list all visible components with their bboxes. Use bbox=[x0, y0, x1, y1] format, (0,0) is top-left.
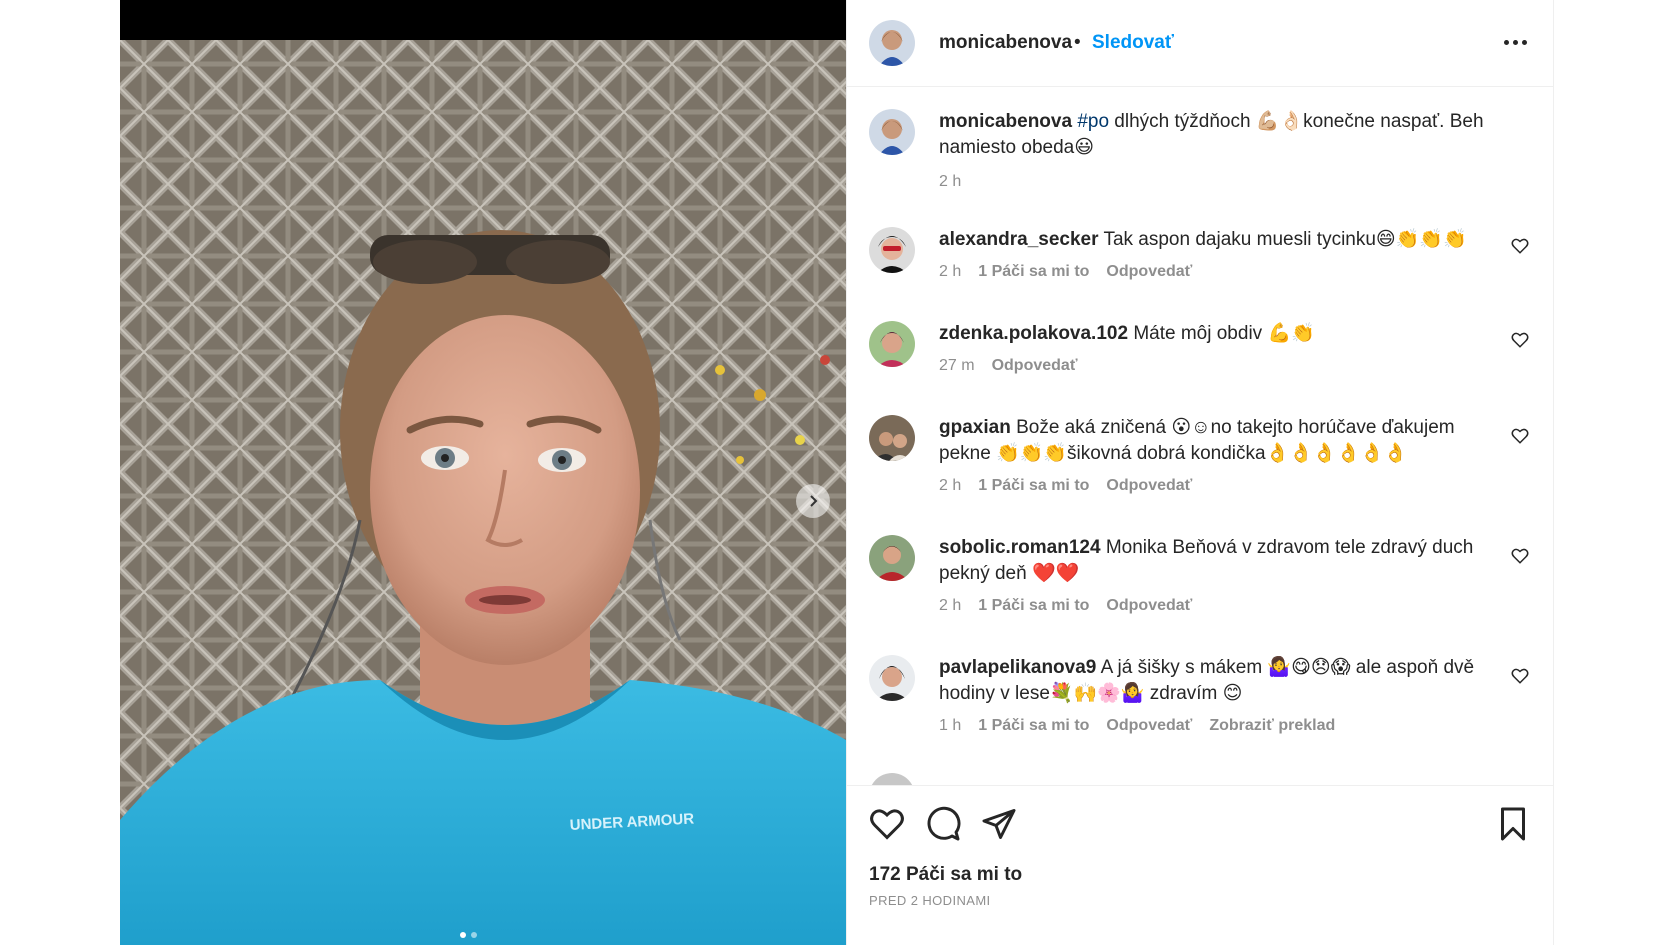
commenter-avatar[interactable] bbox=[869, 321, 915, 367]
bookmark-icon[interactable] bbox=[1495, 806, 1531, 842]
media-letterbox bbox=[120, 0, 846, 40]
comment-text: Bože aká zničená 😮☺no takejto horúčave ď… bbox=[939, 417, 1455, 464]
post-sidebar: monicabenova • Sledovať monicabenova #po… bbox=[846, 0, 1554, 945]
comment-likes[interactable]: 1 Páči sa mi to bbox=[978, 263, 1089, 281]
comment-username[interactable]: sobolic.roman124 bbox=[939, 537, 1101, 558]
comment-time: 27 m bbox=[939, 357, 975, 374]
post-media[interactable]: UNDER ARMOUR bbox=[120, 0, 846, 945]
reply-button[interactable]: Odpovedať bbox=[1106, 597, 1192, 615]
heart-icon[interactable] bbox=[1511, 427, 1529, 445]
more-icon[interactable] bbox=[1497, 28, 1533, 56]
comment-text: Tak aspon dajaku muesli tycinku😄👏👏👏 bbox=[1103, 229, 1467, 250]
comments-list[interactable]: monicabenova #po dlhých týždňoch 💪🏼👌🏻kon… bbox=[847, 87, 1553, 785]
comment-time: 2 h bbox=[939, 477, 962, 494]
separator-bullet: • bbox=[1074, 32, 1081, 53]
comment-time: 1 h bbox=[939, 717, 962, 734]
post-actions: 172 Páči sa mi to PRED 2 HODINAMI bbox=[847, 785, 1553, 946]
heart-icon[interactable] bbox=[1511, 547, 1529, 565]
heart-icon[interactable] bbox=[1511, 667, 1529, 685]
commenter-avatar[interactable] bbox=[869, 535, 915, 581]
comment-username[interactable]: gpaxian bbox=[939, 417, 1011, 438]
translate-button[interactable]: Zobraziť preklad bbox=[1209, 717, 1335, 735]
reply-button[interactable]: Odpovedať bbox=[992, 357, 1078, 375]
comment-likes[interactable]: 1 Páči sa mi to bbox=[978, 717, 1089, 735]
comment-likes[interactable]: 1 Páči sa mi to bbox=[978, 477, 1089, 495]
comment-time: 2 h bbox=[939, 597, 962, 614]
comment-text: Máte môj obdiv 💪👏 bbox=[1133, 323, 1315, 344]
commenter-avatar[interactable] bbox=[869, 227, 915, 273]
reply-button[interactable]: Odpovedať bbox=[1106, 717, 1192, 735]
carousel-dot-2 bbox=[471, 932, 477, 938]
share-icon[interactable] bbox=[981, 806, 1017, 842]
comment-icon[interactable] bbox=[925, 806, 961, 842]
comment-time: 2 h bbox=[939, 263, 962, 280]
author-avatar[interactable] bbox=[869, 109, 915, 155]
carousel-next-button[interactable] bbox=[796, 484, 830, 518]
author-avatar[interactable] bbox=[869, 20, 915, 66]
like-count[interactable]: 172 Páči sa mi to bbox=[869, 864, 1022, 886]
post-header: monicabenova • Sledovať bbox=[847, 0, 1553, 87]
carousel-indicator bbox=[460, 932, 477, 938]
comment-item-partial bbox=[847, 773, 1553, 785]
comment-username[interactable]: pavlapelikanova9 bbox=[939, 657, 1096, 678]
commenter-avatar[interactable] bbox=[869, 773, 915, 785]
heart-icon[interactable] bbox=[1511, 237, 1529, 255]
author-username[interactable]: monicabenova bbox=[939, 32, 1072, 54]
post-photo[interactable]: UNDER ARMOUR bbox=[120, 40, 846, 945]
commenter-avatar[interactable] bbox=[869, 415, 915, 461]
heart-icon[interactable] bbox=[869, 806, 905, 842]
comment-username[interactable]: alexandra_secker bbox=[939, 229, 1099, 250]
heart-icon[interactable] bbox=[1511, 331, 1529, 349]
reply-button[interactable]: Odpovedať bbox=[1106, 477, 1192, 495]
caption-username[interactable]: monicabenova bbox=[939, 111, 1072, 132]
photo-selfie: UNDER ARMOUR bbox=[120, 40, 846, 945]
comment-username[interactable]: zdenka.polakova.102 bbox=[939, 323, 1128, 344]
caption-time: 2 h bbox=[939, 173, 962, 190]
chevron-right-icon bbox=[810, 495, 818, 507]
carousel-dot-1 bbox=[460, 932, 466, 938]
commenter-avatar[interactable] bbox=[869, 655, 915, 701]
post-timestamp: PRED 2 HODINAMI bbox=[869, 893, 991, 908]
follow-button[interactable]: Sledovať bbox=[1092, 32, 1174, 54]
comment-likes[interactable]: 1 Páči sa mi to bbox=[978, 597, 1089, 615]
caption-hashtag[interactable]: #po bbox=[1077, 111, 1109, 132]
reply-button[interactable]: Odpovedať bbox=[1106, 263, 1192, 281]
